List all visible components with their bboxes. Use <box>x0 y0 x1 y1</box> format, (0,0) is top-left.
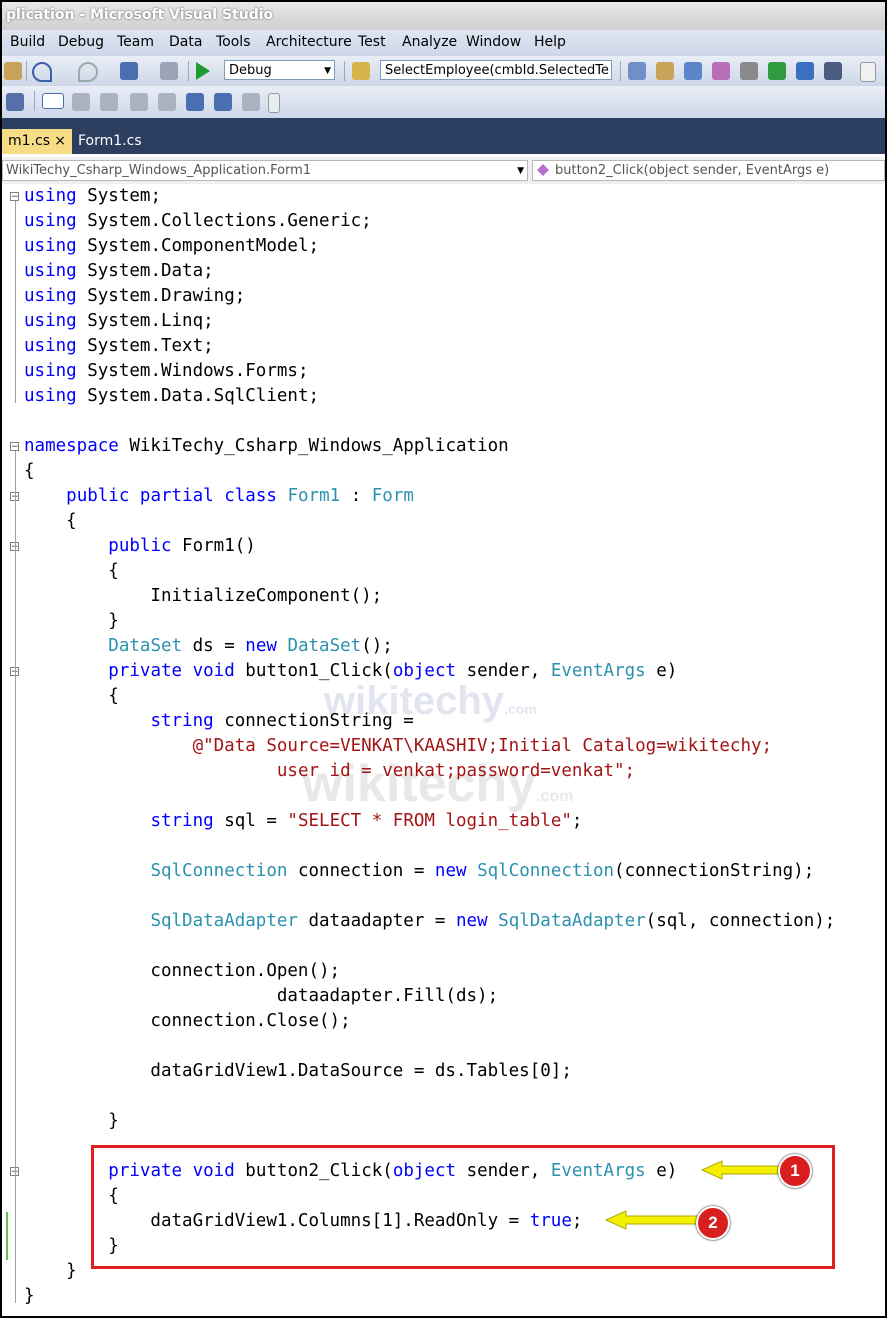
callout-arrow-2 <box>604 1210 703 1230</box>
annotation-marker-1: 1 <box>778 1154 812 1188</box>
vs-window: plication - Microsoft Visual Studio Buil… <box>0 0 887 1318</box>
callout-arrows <box>604 1160 781 1230</box>
callout-arrow-1 <box>700 1160 781 1180</box>
annotation-marker-2: 2 <box>696 1206 730 1240</box>
